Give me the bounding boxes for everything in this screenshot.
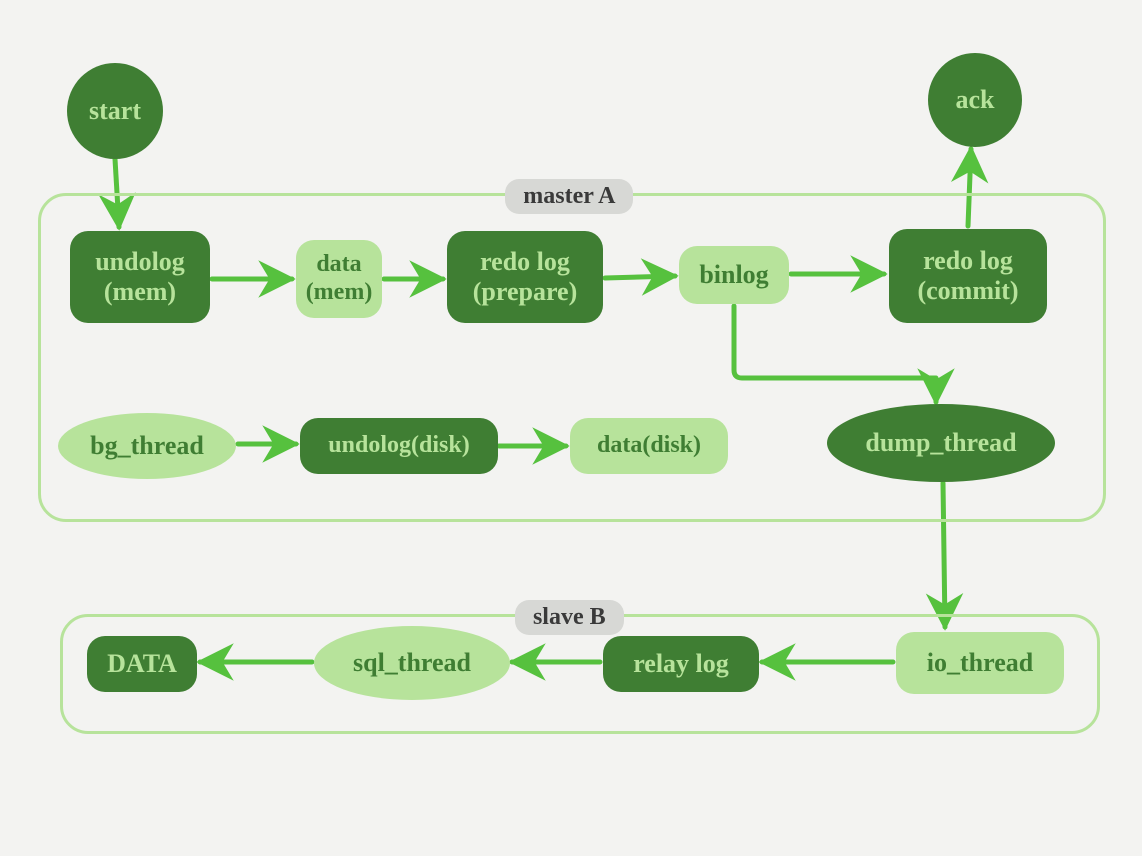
node-relay-log: relay log <box>603 636 759 692</box>
node-start: start <box>67 63 163 159</box>
group-master-label: master A <box>505 179 633 214</box>
group-slave-label: slave B <box>515 600 624 635</box>
node-data-disk: data(disk) <box>570 418 728 474</box>
node-undolog-mem: undolog (mem) <box>70 231 210 323</box>
node-redo-log-commit: redo log (commit) <box>889 229 1047 323</box>
node-dump-thread: dump_thread <box>827 404 1055 482</box>
node-redo-log-prepare: redo log (prepare) <box>447 231 603 323</box>
node-sql-thread: sql_thread <box>314 626 510 700</box>
node-binlog: binlog <box>679 246 789 304</box>
node-data-mem: data (mem) <box>296 240 382 318</box>
node-undolog-disk: undolog(disk) <box>300 418 498 474</box>
node-io-thread: io_thread <box>896 632 1064 694</box>
node-ack: ack <box>928 53 1022 147</box>
node-bg-thread: bg_thread <box>58 413 236 479</box>
node-data: DATA <box>87 636 197 692</box>
